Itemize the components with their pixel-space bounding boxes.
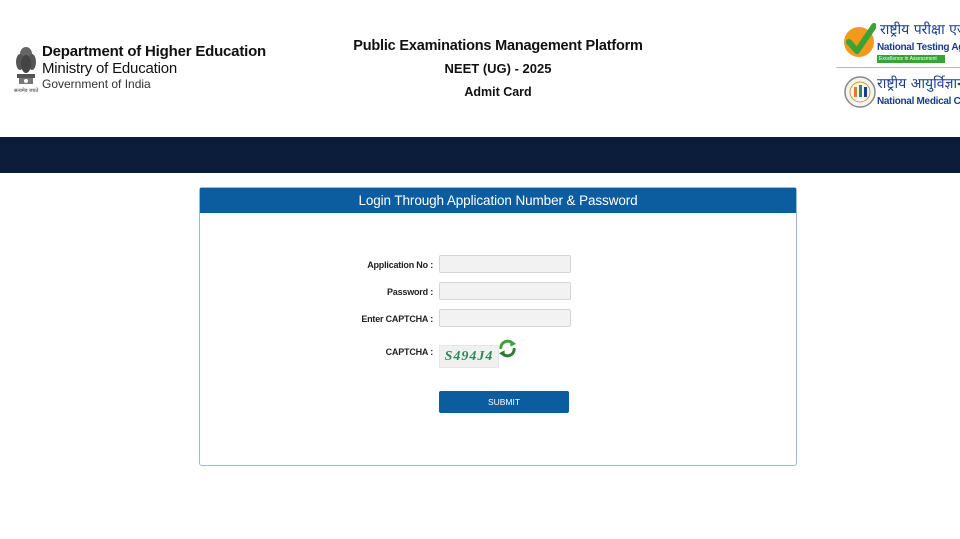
department-block: सत्यमेव जयते Department of Higher Educat… — [14, 40, 266, 101]
nta-hindi-name: राष्ट्रीय परीक्षा एजेंसी — [880, 22, 960, 38]
department-name: Department of Higher Education — [42, 43, 267, 60]
nta-name: National Testing Agency — [877, 42, 960, 53]
nmc-logo: राष्ट्रीय आयुर्विज्ञान आयोग National Med… — [840, 70, 960, 114]
nta-tagline: Excellence in Assessment — [877, 55, 945, 63]
exam-title: NEET (UG) - 2025 — [444, 61, 552, 76]
page-header: सत्यमेव जयते Department of Higher Educat… — [0, 0, 960, 137]
navigation-band — [0, 137, 960, 173]
platform-title: Public Examinations Management Platform — [353, 38, 643, 54]
nmc-hindi-name: राष्ट्रीय आयुर्विज्ञान आयोग — [877, 76, 960, 92]
emblem-wrap: सत्यमेव जयते — [14, 40, 42, 101]
application-no-label: Application No : — [367, 260, 433, 270]
nta-logo: राष्ट्रीय परीक्षा एजेंसी National Testin… — [840, 18, 960, 68]
captcha-input[interactable] — [439, 309, 571, 327]
nmc-seal-icon — [844, 76, 876, 108]
captcha-label: CAPTCHA : — [385, 347, 434, 357]
password-input[interactable] — [439, 282, 571, 300]
captcha-input-label: Enter CAPTCHA : — [361, 314, 433, 324]
password-row: Password : — [200, 282, 796, 302]
application-no-input[interactable] — [439, 255, 571, 273]
submit-button[interactable]: SUBMIT — [439, 391, 569, 413]
captcha-image: S494J4 — [439, 345, 499, 368]
refresh-icon[interactable] — [498, 339, 517, 358]
nta-check-icon — [844, 23, 876, 57]
login-panel-title: Login Through Application Number & Passw… — [200, 188, 796, 213]
application-no-row: Application No : — [200, 255, 796, 275]
captcha-input-row: Enter CAPTCHA : — [200, 309, 796, 329]
password-label: Password : — [386, 287, 433, 297]
nmc-name: National Medical Commission — [877, 96, 960, 107]
ministry-name: Ministry of Education — [42, 60, 178, 77]
government-name: Government of India — [42, 77, 151, 91]
page-subtitle: Admit Card — [464, 85, 532, 99]
emblem-caption: सत्यमेव जयते — [14, 88, 39, 94]
login-panel: Login Through Application Number & Passw… — [199, 187, 797, 466]
logo-divider — [836, 67, 960, 68]
department-text: Department of Higher Education Ministry … — [42, 43, 266, 91]
captcha-row: CAPTCHA : S494J4 — [200, 339, 796, 368]
page-title-block: Public Examinations Management Platform … — [300, 36, 696, 102]
